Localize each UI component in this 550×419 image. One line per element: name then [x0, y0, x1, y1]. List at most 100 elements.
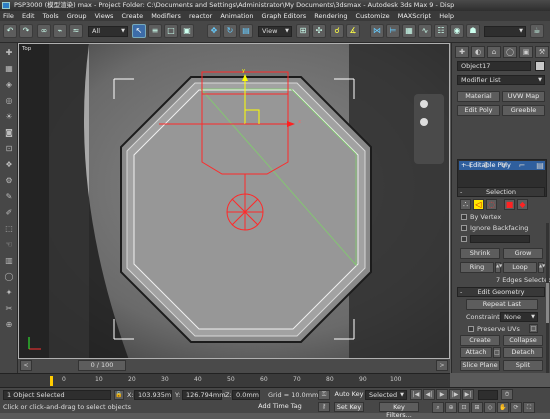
menu-help[interactable]: Help [439, 12, 454, 20]
set-key-button[interactable]: Set Key [334, 402, 364, 412]
ring-spinner[interactable]: ▲▼ [495, 262, 502, 273]
attach-button[interactable]: Attach [460, 347, 492, 358]
spiral-icon[interactable]: ◎ [3, 95, 15, 107]
preserve-uvs-checkbox[interactable]: Preserve UVs [468, 325, 520, 333]
y-coordinate-field[interactable]: 126.794mm [182, 390, 226, 400]
unlink-icon[interactable]: ⌁ [53, 24, 67, 38]
redo-icon[interactable]: ↷ [19, 24, 33, 38]
grow-button[interactable]: Grow [503, 248, 543, 259]
light-icon[interactable]: ☀ [3, 111, 15, 123]
tab-utilities-icon[interactable]: ⚒ [535, 46, 549, 58]
constraints-dropdown[interactable]: None ▼ [500, 312, 538, 322]
lock-selection-icon[interactable]: 🔒 [114, 390, 124, 400]
viewport-top[interactable]: y x Top [18, 43, 450, 359]
by-vertex-checkbox[interactable]: By Vertex [461, 213, 501, 221]
render-setup-icon[interactable]: ☗ [466, 24, 480, 38]
material-editor-icon[interactable]: ◉ [450, 24, 464, 38]
star-icon[interactable]: ✦ [3, 287, 15, 299]
shrink-button[interactable]: Shrink [460, 248, 500, 259]
panel-scroll-thumb[interactable] [546, 283, 549, 323]
prev-frame-icon[interactable]: < [20, 360, 32, 371]
angle-field[interactable] [470, 235, 530, 243]
element-mode-icon[interactable]: ◆ [517, 199, 528, 210]
space-warp-icon[interactable]: ❖ [3, 159, 15, 171]
edit-geometry-rollout-header[interactable]: - Edit Geometry [457, 287, 545, 297]
zoom-icon[interactable]: ⌕ [432, 402, 444, 413]
rectangular-selection-icon[interactable]: □ [164, 24, 178, 38]
edit-icon[interactable]: ✂ [3, 303, 15, 315]
orbit-icon[interactable]: ⟳ [510, 402, 522, 413]
create-button[interactable]: Create [460, 335, 500, 346]
next-key-icon[interactable]: |▶ [449, 389, 461, 400]
angle-snap-icon[interactable]: ∡ [346, 24, 360, 38]
loop-spinner[interactable]: ▲▼ [538, 262, 545, 273]
show-end-result-icon[interactable]: Ⅱ [480, 160, 492, 172]
vertex-mode-icon[interactable]: ∴ [460, 199, 471, 210]
by-angle-checkbox[interactable] [461, 236, 467, 242]
configure-sets-icon[interactable]: ▤ [534, 160, 546, 172]
tab-hierarchy-icon[interactable]: ⌂ [487, 46, 501, 58]
rotate-icon[interactable]: ↻ [223, 24, 237, 38]
auto-key-button[interactable]: Auto Key [334, 390, 364, 400]
reference-coordinate-dropdown[interactable]: View ▼ [258, 26, 292, 37]
add-time-tag-button[interactable]: Add Time Tag [258, 402, 302, 412]
tube-icon[interactable]: ▥ [3, 255, 15, 267]
snap-toggle-icon[interactable]: ☌ [330, 24, 344, 38]
play-icon[interactable]: ▶ [436, 389, 448, 400]
menu-views[interactable]: Views [95, 12, 114, 20]
curve-editor-icon[interactable]: ∿ [418, 24, 432, 38]
pin-stack-icon[interactable]: ⊣ [462, 160, 474, 172]
zoom-all-icon[interactable]: ⊕ [445, 402, 457, 413]
select-by-name-icon[interactable]: ≡ [148, 24, 162, 38]
object-name-field[interactable]: Object17 [457, 61, 531, 71]
viewport-label[interactable]: Top [22, 46, 31, 52]
helper-icon[interactable]: ⊡ [3, 143, 15, 155]
x-coordinate-field[interactable]: 103.935m [134, 390, 172, 400]
tab-modify-icon[interactable]: ◐ [471, 46, 485, 58]
key-filters-button[interactable]: Key Filters... [379, 402, 419, 419]
quick-render-icon[interactable]: ☕ [530, 24, 544, 38]
tab-motion-icon[interactable]: ◯ [503, 46, 517, 58]
modifier-list-dropdown[interactable]: Modifier List ▼ [457, 75, 545, 85]
menu-file[interactable]: File [3, 12, 14, 20]
align-icon[interactable]: ⊨ [386, 24, 400, 38]
timeline-ruler[interactable]: 0 10 20 30 40 50 60 70 80 90 100 [0, 373, 450, 387]
menu-maxscript[interactable]: MAXScript [398, 12, 431, 20]
edge-mode-icon[interactable]: ◁ [473, 199, 484, 210]
material-button[interactable]: Material [457, 91, 500, 102]
attach-settings-icon[interactable]: □ [493, 347, 501, 358]
menu-modifiers[interactable]: Modifiers [151, 12, 181, 20]
menu-tools[interactable]: Tools [43, 12, 59, 20]
edit-poly-button[interactable]: Edit Poly [457, 105, 500, 116]
create-icon[interactable]: ✚ [3, 47, 15, 59]
key-icon[interactable]: ⚿ [318, 390, 330, 400]
ignore-backfacing-checkbox[interactable]: Ignore Backfacing [461, 224, 528, 232]
set-key-icon[interactable]: ⚷ [318, 402, 330, 412]
field-of-view-icon[interactable]: ◇ [484, 402, 496, 413]
camera-icon[interactable]: ◙ [3, 127, 15, 139]
window-crossing-icon[interactable]: ▣ [180, 24, 194, 38]
scale-icon[interactable]: ▤ [239, 24, 253, 38]
grid-icon[interactable]: ▦ [3, 63, 15, 75]
zoom-extents-all-icon[interactable]: ⊞ [471, 402, 483, 413]
uvw-map-button[interactable]: UVW Map [502, 91, 545, 102]
pan-icon[interactable]: ✋ [497, 402, 509, 413]
pivot-center-icon[interactable]: ⊞ [296, 24, 310, 38]
menu-rendering[interactable]: Rendering [314, 12, 347, 20]
preserve-uvs-settings-icon[interactable]: □ [529, 324, 538, 333]
selection-rollout-header[interactable]: - Selection [457, 187, 545, 197]
paint-icon[interactable]: ✐ [3, 207, 15, 219]
zoom-extents-icon[interactable]: ⊡ [458, 402, 470, 413]
link-icon[interactable]: ∞ [37, 24, 51, 38]
select-object-icon[interactable]: ↖ [132, 24, 146, 38]
collapse-button[interactable]: Collapse [503, 335, 543, 346]
current-frame-field[interactable] [478, 390, 498, 400]
select-manipulate-icon[interactable]: ✣ [312, 24, 326, 38]
menu-animation[interactable]: Animation [220, 12, 253, 20]
goto-end-icon[interactable]: ▶| [462, 389, 474, 400]
next-frame-icon[interactable]: > [436, 360, 448, 371]
border-mode-icon[interactable]: ◌ [486, 199, 497, 210]
maximize-viewport-icon[interactable]: ⛶ [523, 402, 535, 413]
bind-spacewarp-icon[interactable]: ≈ [69, 24, 83, 38]
menu-reactor[interactable]: reactor [189, 12, 212, 20]
